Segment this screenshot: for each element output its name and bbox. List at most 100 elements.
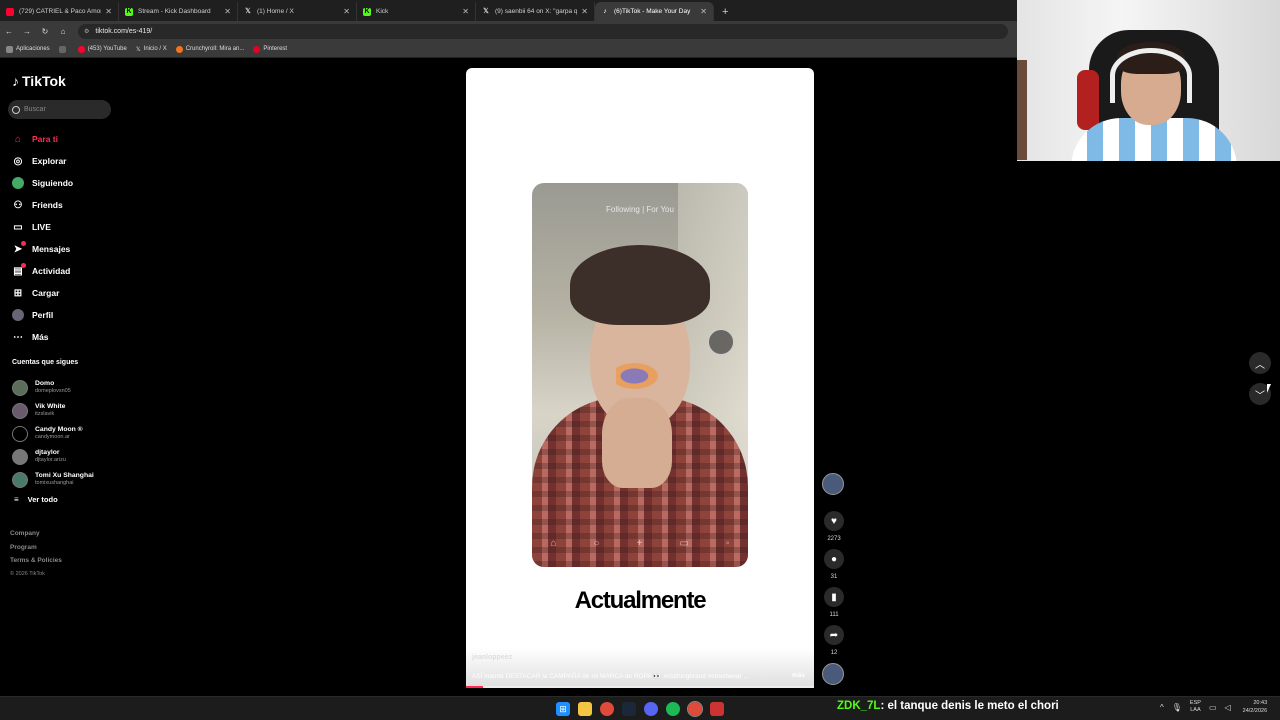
close-tab-icon[interactable]: ✕: [343, 7, 350, 16]
bookmark-icon[interactable]: ▮: [824, 587, 844, 607]
clock-date: 24/2/2026: [1242, 708, 1268, 714]
taskbar-apps: ⊞: [556, 701, 732, 717]
nav-label: Perfil: [32, 310, 54, 320]
like-action[interactable]: ♥ 2273: [822, 511, 846, 542]
save-count: 111: [829, 612, 839, 618]
clock[interactable]: 20:43 24/2/2026: [1243, 699, 1267, 715]
account-handle: djtaylor.arizu: [35, 457, 66, 463]
close-tab-icon[interactable]: ✕: [700, 7, 707, 16]
home-button-icon[interactable]: ⌂: [54, 27, 72, 36]
browser-tab[interactable]: 𝕏 (1) Home / X ✕: [238, 2, 357, 21]
nav-label: Más: [32, 332, 49, 342]
browser-tab[interactable]: 𝕏 (9) saenbii 64 on X: "garpa q ✕: [476, 2, 595, 21]
chrome-icon[interactable]: [600, 702, 614, 716]
account-name: Domo: [35, 380, 55, 387]
microphone-icon[interactable]: 🎙: [1172, 703, 1182, 712]
close-tab-icon[interactable]: ✕: [105, 7, 112, 16]
video-progress-bar[interactable]: [466, 686, 814, 688]
search-input[interactable]: Buscar: [8, 100, 111, 119]
account-item[interactable]: Domo domeplovsn05: [12, 376, 94, 399]
language-indicator[interactable]: ESP LAA: [1190, 700, 1201, 714]
chevron-up-icon[interactable]: ^: [1160, 703, 1164, 712]
tab-title: Kick: [376, 8, 389, 15]
browser-tab[interactable]: K Stream - Kick Dashboard ✕: [119, 2, 238, 21]
comment-action[interactable]: ● 31: [822, 549, 846, 580]
bookmark-apps[interactable]: Aplicaciones: [6, 45, 50, 53]
footer-link-program[interactable]: Program: [10, 541, 62, 555]
sidebar-item-actividad[interactable]: ▤ Actividad: [12, 260, 122, 282]
bookmark-label: Pinterest: [263, 46, 288, 52]
comment-icon[interactable]: ●: [824, 549, 844, 569]
browser-tab[interactable]: (729) CATRIEL & Paco Amoroso ✕: [0, 2, 119, 21]
video-actions: ♥ 2273 ● 31 ▮ 111 ➦ 12: [822, 473, 846, 685]
browser-tab-active[interactable]: ♪ (6)TikTok - Make Your Day ✕: [595, 2, 714, 21]
video-author[interactable]: jeanloppeez: [472, 654, 512, 661]
plus-icon: +: [636, 538, 643, 549]
start-icon[interactable]: ⊞: [556, 702, 570, 716]
tab-title: (9) saenbii 64 on X: "garpa q: [495, 8, 578, 15]
heart-icon[interactable]: ♥: [824, 511, 844, 531]
nav-label: Explorar: [32, 156, 67, 166]
browser-tab[interactable]: K Kick ✕: [357, 2, 476, 21]
account-name: Vik White: [35, 403, 66, 410]
close-tab-icon[interactable]: ✕: [462, 7, 469, 16]
save-action[interactable]: ▮ 111: [822, 587, 846, 618]
back-icon[interactable]: ←: [0, 27, 18, 36]
video-caption: jeanloppeez ASÍ intenté DESTACAR la CAMP…: [466, 648, 814, 688]
sidebar-item-mas[interactable]: ⋯ Más: [12, 326, 122, 348]
video-player[interactable]: Following | For You ⌂ ○ + ▭ ◦ Actualment…: [466, 68, 814, 688]
chevron-up-icon: ︿: [1255, 359, 1265, 371]
chrome-active-icon[interactable]: [687, 701, 703, 717]
sidebar-item-mensajes[interactable]: ➤ Mensajes: [12, 238, 122, 260]
tiktok-logo[interactable]: ♪ TikTok: [12, 73, 66, 89]
spotify-icon[interactable]: [666, 702, 680, 716]
music-avatar[interactable]: [822, 663, 844, 685]
friends-icon: ⚇: [13, 199, 23, 211]
search-placeholder: Buscar: [24, 106, 46, 113]
more-button[interactable]: más: [792, 672, 805, 679]
discord-icon[interactable]: [644, 702, 658, 716]
creator-avatar[interactable]: [822, 473, 844, 495]
sidebar-item-friends[interactable]: ⚇ Friends: [12, 194, 122, 216]
share-action[interactable]: ➦ 12: [822, 625, 846, 656]
steam-icon[interactable]: [622, 702, 636, 716]
sidebar-item-explorar[interactable]: ◎ Explorar: [12, 150, 122, 172]
network-icon[interactable]: ▭: [1209, 703, 1217, 712]
obs-icon[interactable]: [710, 702, 724, 716]
bookmark-pinterest[interactable]: Pinterest: [253, 45, 288, 53]
sidebar-item-live[interactable]: ▭ LIVE: [12, 216, 122, 238]
account-item[interactable]: Vik White itzslavik: [12, 399, 94, 422]
volume-icon[interactable]: ◁: [1225, 703, 1231, 712]
mouse-cursor: [1267, 384, 1271, 393]
site-info-icon[interactable]: ⚙: [84, 28, 89, 35]
record-button-overlay: [708, 329, 734, 355]
avatar: [12, 379, 28, 396]
see-all-button[interactable]: ≡ Ver todo: [14, 495, 58, 504]
file-explorer-icon[interactable]: [578, 702, 592, 716]
reload-icon[interactable]: ↻: [36, 27, 54, 36]
sidebar-item-cargar[interactable]: ⊞ Cargar: [12, 282, 122, 304]
new-tab-icon[interactable]: +: [722, 6, 728, 18]
account-item[interactable]: Candy Moon ® candymoon.ar: [12, 422, 94, 445]
video-progress-fill: [466, 686, 484, 688]
account-item[interactable]: djtaylor djtaylor.arizu: [12, 445, 94, 468]
sidebar-item-para-ti[interactable]: ⌂ Para ti: [12, 128, 122, 150]
sidebar-item-perfil[interactable]: Perfil: [12, 304, 122, 326]
bookmark-youtube[interactable]: (453) YouTube: [77, 45, 127, 53]
address-bar[interactable]: ⚙ tiktok.com/es-419/: [78, 23, 1008, 39]
clock-time: 20:43: [1253, 700, 1268, 706]
bookmark-grid[interactable]: [58, 45, 69, 53]
sidebar-item-siguiendo[interactable]: Siguiendo: [12, 172, 122, 194]
close-tab-icon[interactable]: ✕: [581, 7, 588, 16]
account-item[interactable]: Tomi Xu Shanghai tomixushanghai: [12, 468, 94, 491]
share-count: 12: [830, 650, 838, 656]
footer-link-terms[interactable]: Terms & Policies: [10, 554, 62, 568]
previous-video-button[interactable]: ︿: [1249, 352, 1271, 374]
footer-link-company[interactable]: Company: [10, 527, 62, 541]
bookmark-crunchyroll[interactable]: Crunchyroll: Mira an...: [175, 45, 244, 53]
share-icon[interactable]: ➦: [824, 625, 844, 645]
video-person-hair: [570, 245, 710, 325]
close-tab-icon[interactable]: ✕: [224, 7, 231, 16]
forward-icon[interactable]: →: [18, 27, 36, 36]
bookmark-x[interactable]: 𝕏 Inicio / X: [136, 46, 167, 53]
